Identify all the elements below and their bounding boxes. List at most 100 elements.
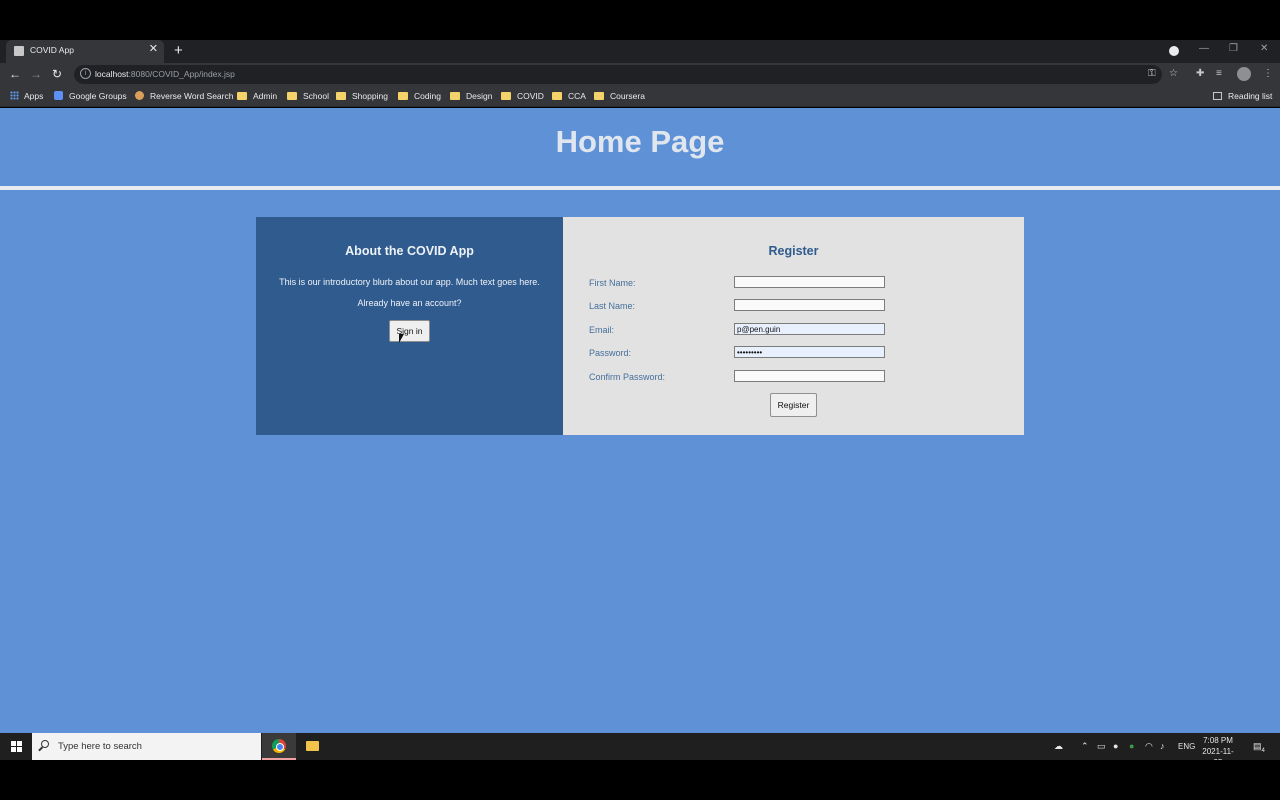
- bookmark-folder-admin[interactable]: Admin: [237, 91, 277, 101]
- taskbar-search-box[interactable]: Type here to search: [32, 733, 261, 760]
- password-label: Password:: [589, 348, 632, 358]
- new-tab-button[interactable]: +: [174, 42, 183, 60]
- chrome-icon: [272, 739, 286, 753]
- file-explorer-icon: [306, 741, 319, 751]
- bookmark-apps[interactable]: Apps: [10, 91, 43, 101]
- folder-icon: [336, 92, 346, 100]
- first-name-label: First Name:: [589, 278, 636, 288]
- letterbox-bottom: [0, 760, 1280, 800]
- screen: COVID App ✕ + — ❐ ✕ ← → ↻ i localhost:80…: [0, 0, 1280, 800]
- url-path: :8080/COVID_App/index.jsp: [128, 69, 235, 79]
- password-field[interactable]: [734, 346, 885, 358]
- bookmark-reverse-word-search[interactable]: Reverse Word Search: [135, 91, 233, 101]
- address-bar[interactable]: i localhost:8080/COVID_App/index.jsp ⚿ ☆: [74, 65, 1178, 84]
- wifi-icon[interactable]: ◠: [1145, 741, 1153, 752]
- folder-icon: [398, 92, 408, 100]
- folder-icon: [594, 92, 604, 100]
- reverse-word-search-icon: [135, 91, 144, 100]
- extensions-puzzle-icon[interactable]: ✚: [1196, 68, 1204, 80]
- bookmark-folder-design[interactable]: Design: [450, 91, 492, 101]
- microphone-icon[interactable]: ●: [1113, 741, 1118, 752]
- mouse-cursor-icon: [399, 334, 404, 343]
- volume-icon[interactable]: ♪: [1160, 741, 1165, 752]
- already-have-account-text: Already have an account?: [357, 298, 462, 308]
- bookmark-label: Coding: [414, 91, 441, 101]
- restore-button[interactable]: ❐: [1229, 43, 1238, 54]
- media-queue-icon[interactable]: ≡: [1216, 68, 1222, 80]
- register-heading: Register: [768, 244, 819, 258]
- menu-kebab-icon[interactable]: ⋮: [1263, 68, 1273, 80]
- bookmark-google-groups[interactable]: Google Groups: [54, 91, 127, 101]
- bookmark-label: Shopping: [352, 91, 388, 101]
- bookmark-label: CCA: [568, 91, 586, 101]
- notification-center-icon[interactable]: ▤4: [1253, 741, 1265, 757]
- language-indicator[interactable]: ENG: [1178, 741, 1195, 752]
- bookmark-folder-coursera[interactable]: Coursera: [594, 91, 645, 101]
- browser-tab[interactable]: COVID App ✕: [6, 40, 164, 63]
- reading-list-label: Reading list: [1228, 91, 1273, 101]
- windows-start-icon[interactable]: [11, 741, 22, 752]
- web-page: Home Page About the COVID App This is ou…: [0, 108, 1280, 733]
- bookmarks-bar: Apps Google Groups Reverse Word Search A…: [0, 86, 1280, 107]
- confirm-password-label: Confirm Password:: [589, 372, 666, 382]
- taskbar-file-explorer-app[interactable]: [295, 733, 329, 760]
- google-groups-icon: [54, 91, 63, 100]
- key-icon[interactable]: ⚿: [1148, 68, 1156, 80]
- folder-icon: [501, 92, 511, 100]
- folder-icon: [450, 92, 460, 100]
- back-arrow-icon[interactable]: ←: [9, 67, 21, 81]
- bookmark-label: School: [303, 91, 329, 101]
- register-panel: Register First Name: Last Name: Email: P…: [563, 217, 1024, 435]
- device-icon[interactable]: ▭: [1097, 741, 1106, 752]
- bookmark-folder-school[interactable]: School: [287, 91, 329, 101]
- profile-avatar[interactable]: [1237, 67, 1251, 81]
- last-name-row: Last Name:: [589, 299, 1009, 313]
- windows-taskbar: Type here to search ☁ ⌃ ▭ ● ● ◠ ♪ ENG 7:…: [0, 733, 1280, 767]
- main-card: About the COVID App This is our introduc…: [256, 217, 1024, 435]
- folder-icon: [552, 92, 562, 100]
- apps-grid-icon: [10, 91, 19, 100]
- url-text: localhost:8080/COVID_App/index.jsp: [95, 69, 235, 79]
- page-title: Home Page: [555, 124, 725, 159]
- status-dot-icon[interactable]: ●: [1129, 741, 1134, 752]
- folder-icon: [287, 92, 297, 100]
- header-divider: [0, 186, 1280, 190]
- folder-icon: [237, 92, 247, 100]
- bookmark-folder-covid[interactable]: COVID: [501, 91, 544, 101]
- bookmark-label: Apps: [24, 91, 44, 101]
- password-row: Password:: [589, 346, 1009, 360]
- reading-list-icon: [1213, 92, 1222, 100]
- bookmark-label: COVID: [517, 91, 544, 101]
- register-button[interactable]: Register: [770, 393, 817, 417]
- close-window-button[interactable]: ✕: [1260, 43, 1268, 54]
- bookmark-folder-coding[interactable]: Coding: [398, 91, 441, 101]
- close-tab-icon[interactable]: ✕: [149, 44, 158, 55]
- reading-list-button[interactable]: Reading list: [1213, 91, 1272, 101]
- about-panel: About the COVID App This is our introduc…: [256, 217, 563, 435]
- bookmark-folder-shopping[interactable]: Shopping: [336, 91, 388, 101]
- bookmark-label: Admin: [253, 91, 278, 101]
- taskbar-chrome-app[interactable]: [262, 733, 296, 760]
- email-row: Email:: [589, 323, 1009, 337]
- sign-in-button[interactable]: Sign in: [389, 320, 430, 342]
- first-name-field[interactable]: [734, 276, 885, 288]
- bookmark-label: Design: [466, 91, 493, 101]
- reload-icon[interactable]: ↻: [52, 67, 62, 81]
- bookmark-folder-cca[interactable]: CCA: [552, 91, 586, 101]
- chevron-up-icon[interactable]: ⌃: [1081, 741, 1089, 752]
- search-icon: [41, 740, 49, 748]
- onedrive-cloud-icon[interactable]: ☁: [1054, 741, 1063, 752]
- bookmark-label: Reverse Word Search: [150, 91, 234, 101]
- star-icon[interactable]: ☆: [1169, 68, 1178, 80]
- confirm-password-field[interactable]: [734, 370, 885, 382]
- site-info-icon[interactable]: i: [80, 68, 91, 79]
- last-name-field[interactable]: [734, 299, 885, 311]
- forward-arrow-icon[interactable]: →: [30, 67, 42, 81]
- browser-tab-strip: COVID App ✕ + — ❐ ✕: [0, 40, 1280, 63]
- url-host: localhost: [95, 69, 129, 79]
- clock-time: 7:08 PM: [1203, 736, 1233, 745]
- about-blurb: This is our introductory blurb about our…: [279, 277, 540, 287]
- minimize-button[interactable]: —: [1199, 43, 1209, 54]
- email-field[interactable]: [734, 323, 885, 335]
- tab-search-icon[interactable]: [1169, 46, 1179, 56]
